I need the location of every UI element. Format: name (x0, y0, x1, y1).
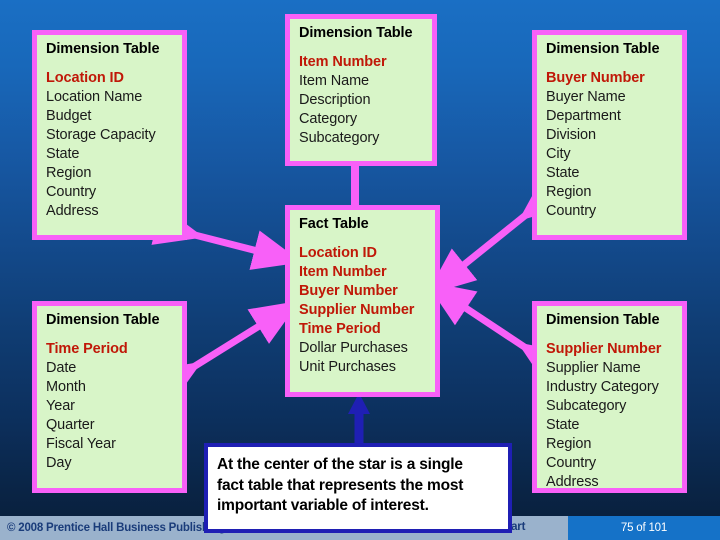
connector-buyer-fact (426, 174, 570, 295)
footer-copyright: © 2008 Prentice Hall Business Publishing (7, 522, 226, 534)
field-address: Address (46, 202, 99, 219)
entity-title: Dimension Table (46, 41, 160, 57)
field-day: Day (46, 454, 72, 471)
connector-supplier-fact (425, 281, 570, 387)
slide-canvas: Dimension Table Location ID Location Nam… (0, 0, 720, 540)
field-buyer-name: Buyer Name (546, 89, 626, 106)
field-state: State (546, 416, 580, 433)
field-fiscal-year: Fiscal Year (46, 435, 116, 452)
callout-line-3: important variable of interest. (217, 497, 429, 515)
field-country: Country (546, 454, 597, 471)
field-supplier-number: Supplier Number (546, 341, 662, 358)
field-region: Region (546, 183, 592, 200)
field-state: State (546, 164, 580, 181)
field-date: Date (46, 360, 77, 377)
field-buyer-number: Buyer Number (546, 70, 645, 87)
dimension-table-supplier: Dimension Table Supplier Number Supplier… (532, 301, 687, 493)
field-supplier-name: Supplier Name (546, 360, 641, 377)
dimension-table-time: Dimension Table Time Period Date Month Y… (32, 301, 187, 493)
field-unit-purchases: Unit Purchases (299, 358, 396, 375)
field-time-period: Time Period (299, 320, 381, 337)
fact-table: Fact Table Location ID Item Number Buyer… (285, 205, 440, 397)
field-state: State (46, 145, 80, 162)
field-item-number: Item Number (299, 54, 387, 71)
connector-time-fact (149, 300, 300, 405)
field-subcategory: Subcategory (546, 398, 627, 415)
field-dollar-purchases: Dollar Purchases (299, 339, 408, 356)
field-address: Address (546, 473, 599, 490)
field-city: City (546, 145, 571, 162)
callout-arrow-icon (348, 393, 370, 443)
field-region: Region (46, 164, 92, 181)
field-description: Description (299, 92, 371, 109)
field-supplier-number: Supplier Number (299, 302, 415, 319)
entity-title: Dimension Table (546, 41, 660, 57)
field-division: Division (546, 127, 596, 144)
field-buyer-number: Buyer Number (299, 283, 398, 300)
dimension-table-location: Dimension Table Location ID Location Nam… (32, 30, 187, 240)
entity-title: Fact Table (299, 216, 369, 232)
field-quarter: Quarter (46, 416, 95, 433)
field-location-id: Location ID (299, 245, 377, 262)
field-month: Month (46, 379, 86, 396)
field-item-name: Item Name (299, 73, 370, 90)
field-department: Department (546, 108, 621, 125)
dimension-table-item: Dimension Table Item Number Item Name De… (285, 14, 437, 166)
field-country: Country (546, 202, 597, 219)
field-industry-category: Industry Category (546, 379, 659, 396)
field-subcategory: Subcategory (299, 129, 380, 146)
callout-line-1: At the center of the star is a single (217, 456, 463, 473)
field-time-period: Time Period (46, 341, 128, 358)
entity-title: Dimension Table (299, 25, 413, 41)
field-country: Country (46, 183, 97, 200)
callout-line-2: fact table that represents the most (217, 476, 464, 494)
field-region: Region (546, 435, 592, 452)
field-category: Category (299, 111, 358, 128)
footer-page-segment: 75 of 101 (568, 516, 720, 540)
field-item-number: Item Number (299, 264, 387, 281)
callout-box: At the center of the star is a single fa… (204, 443, 512, 533)
connector-location-fact (151, 205, 302, 270)
entity-title: Dimension Table (546, 312, 660, 328)
footer-page-number: 75 of 101 (620, 522, 668, 534)
field-year: Year (46, 398, 75, 415)
entity-title: Dimension Table (46, 312, 160, 328)
field-location-name: Location Name (46, 89, 143, 106)
field-storage-capacity: Storage Capacity (46, 127, 156, 144)
dimension-table-buyer: Dimension Table Buyer Number Buyer Name … (532, 30, 687, 240)
field-location-id: Location ID (46, 70, 124, 87)
field-budget: Budget (46, 108, 92, 125)
